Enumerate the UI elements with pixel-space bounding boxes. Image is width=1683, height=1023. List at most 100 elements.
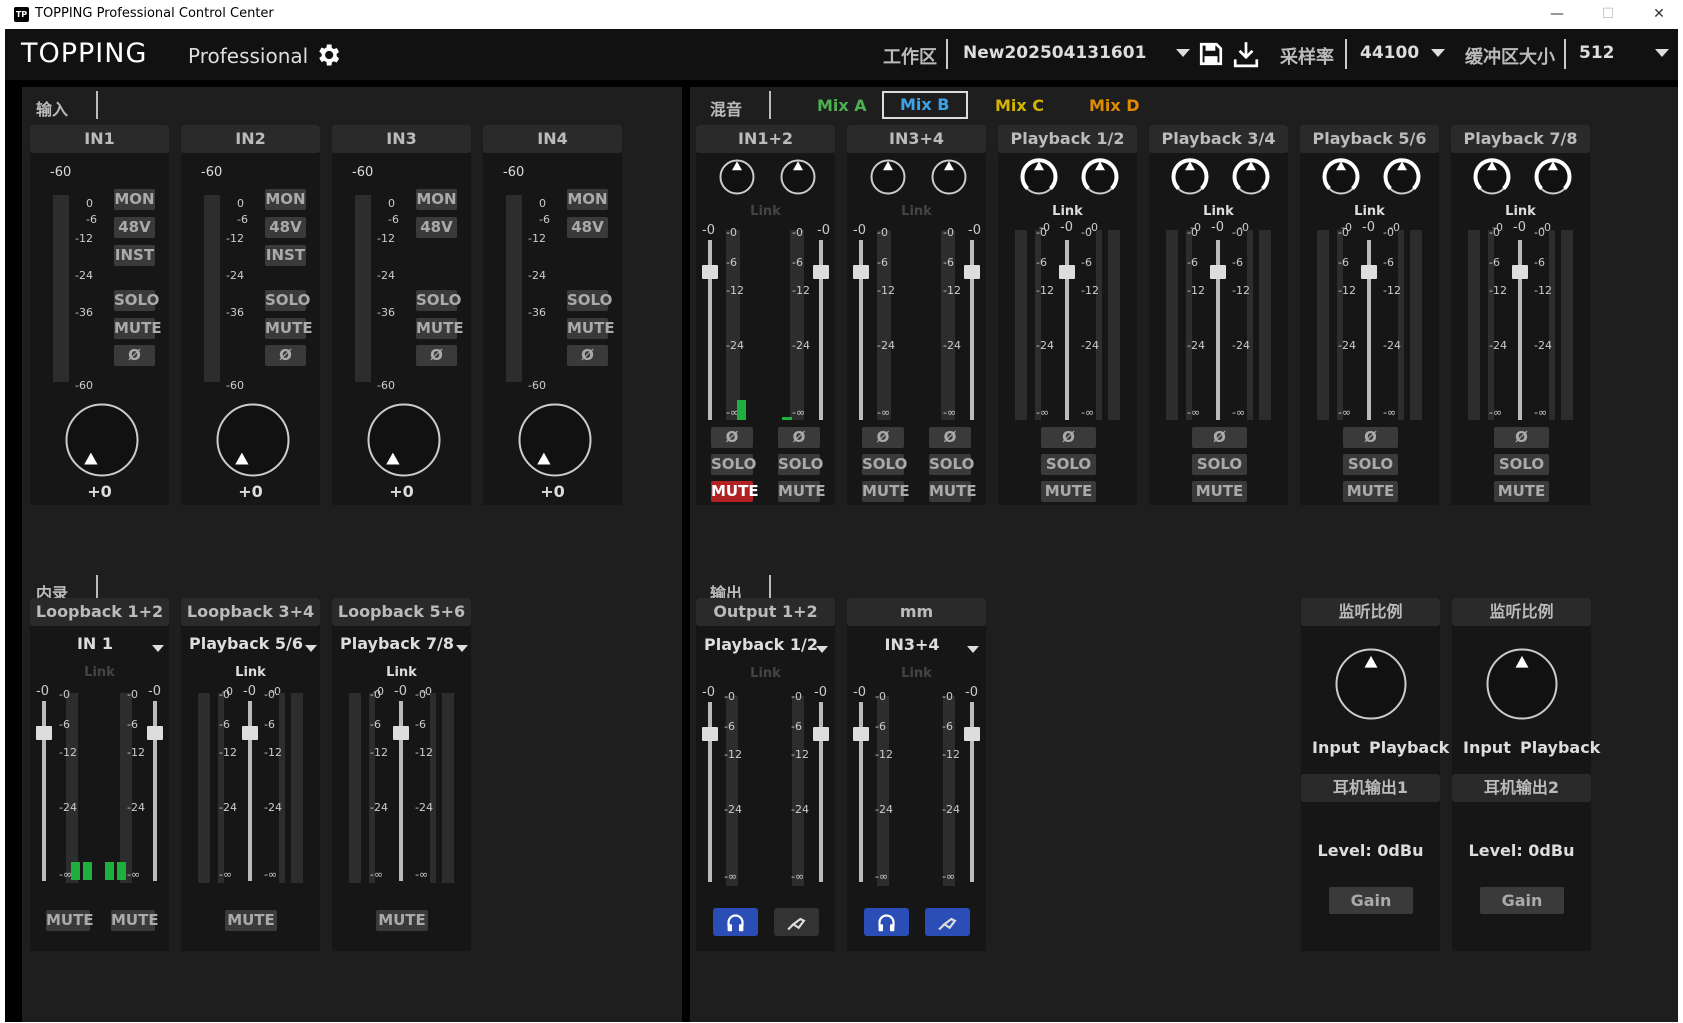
fader-thumb[interactable] [1210,265,1226,279]
phase-button[interactable]: Ø [567,345,608,366]
phase-button[interactable]: Ø [711,427,753,448]
chevron-down-icon[interactable] [456,645,468,652]
link-toggle[interactable]: Link [847,204,986,219]
mute-button[interactable]: MUTE [265,318,313,339]
tab-mix-b[interactable]: Mix B [882,91,968,119]
chevron-down-icon[interactable] [1431,49,1445,57]
link-toggle[interactable]: Link [1300,204,1439,219]
link-toggle[interactable]: Link [847,666,986,681]
48v-button[interactable]: 48V [567,217,608,238]
fader-right-thumb[interactable] [813,265,829,279]
monitor-ratio-knob[interactable] [1335,648,1407,720]
solo-button[interactable]: SOLO [265,290,310,311]
minimize-button[interactable]: — [1534,0,1580,29]
fader-thumb[interactable] [1059,265,1075,279]
source-select[interactable]: IN3+4 [847,635,977,654]
fader-thumb[interactable] [393,726,409,740]
pan-knob-left[interactable] [1473,158,1511,195]
chevron-down-icon[interactable] [1176,49,1190,57]
mute-button[interactable]: MUTE [1192,481,1247,502]
pan-knob-left[interactable] [719,159,755,195]
solo-button[interactable]: SOLO [1041,454,1096,475]
tab-mix-a[interactable]: Mix A [817,96,867,115]
mon-button[interactable]: MON [567,189,608,210]
fader-thumb[interactable] [1361,265,1377,279]
48v-button[interactable]: 48V [416,217,457,238]
chevron-down-icon[interactable] [816,646,828,653]
phase-button[interactable]: Ø [114,345,155,366]
solo-button[interactable]: SOLO [1192,454,1247,475]
monitor-ratio-knob[interactable] [1486,648,1558,720]
pan-knob-right[interactable] [1534,158,1572,195]
link-toggle[interactable]: Link [30,665,169,680]
phase-button[interactable]: Ø [1192,427,1247,448]
mon-button[interactable]: MON [416,189,457,210]
headphone-button[interactable] [864,908,909,936]
link-toggle[interactable]: Link [332,665,471,680]
source-select[interactable]: IN 1 [30,634,160,653]
mute-button[interactable]: MUTE [1343,481,1398,502]
mute-button[interactable]: MUTE [225,910,277,931]
fader-left-thumb[interactable] [702,727,718,741]
solo-button[interactable]: SOLO [711,454,756,475]
pan-knob-left[interactable] [1322,158,1360,195]
pan-knob-right[interactable] [1081,158,1119,195]
source-select[interactable]: Playback 5/6 [181,634,311,653]
pan-knob-right[interactable] [1232,158,1270,195]
maximize-button[interactable]: ☐ [1585,0,1631,29]
link-toggle[interactable]: Link [1149,204,1288,219]
solo-button[interactable]: SOLO [114,290,159,311]
chevron-down-icon[interactable] [1655,49,1669,57]
link-toggle[interactable]: Link [696,666,835,681]
buffer-select[interactable]: 512 [1579,43,1615,63]
phase-button[interactable]: Ø [929,427,971,448]
line-out-button[interactable] [774,908,819,936]
phase-button[interactable]: Ø [1494,427,1549,448]
solo-button[interactable]: SOLO [1343,454,1398,475]
pan-knob-left[interactable] [1171,158,1209,195]
fader-right-thumb[interactable] [813,727,829,741]
gain-button[interactable]: Gain [1329,887,1413,914]
mute-button[interactable]: MUTE [416,318,464,339]
mon-button[interactable]: MON [114,189,155,210]
solo-button[interactable]: SOLO [862,454,907,475]
fader-left-thumb[interactable] [36,726,52,740]
mute-button[interactable]: MUTE [929,481,977,502]
fader-thumb[interactable] [242,726,258,740]
save-icon[interactable] [1198,41,1224,67]
mute-button[interactable]: MUTE [567,318,615,339]
samplerate-select[interactable]: 44100 [1360,43,1419,63]
gear-icon[interactable] [314,41,342,69]
phase-button[interactable]: Ø [1041,427,1096,448]
gain-knob[interactable] [367,403,441,477]
link-toggle[interactable]: Link [1451,204,1590,219]
inst-button[interactable]: INST [265,245,306,266]
fader-thumb[interactable] [1512,265,1528,279]
mute-button[interactable]: MUTE [1041,481,1096,502]
mute-button[interactable]: MUTE [778,481,826,502]
tab-mix-d[interactable]: Mix D [1089,96,1140,115]
fader-right-thumb[interactable] [964,727,980,741]
inst-button[interactable]: INST [114,245,155,266]
fader-right-thumb[interactable] [147,726,163,740]
gain-knob[interactable] [216,403,290,477]
mute-button[interactable]: MUTE [862,481,910,502]
chevron-down-icon[interactable] [305,645,317,652]
chevron-down-icon[interactable] [152,645,164,652]
48v-button[interactable]: 48V [265,217,306,238]
phase-button[interactable]: Ø [265,345,306,366]
line-out-button[interactable] [925,908,970,936]
headphone-button[interactable] [713,908,758,936]
fader-left-thumb[interactable] [853,265,869,279]
pan-knob-right[interactable] [780,159,816,195]
pan-knob-right[interactable] [931,159,967,195]
48v-button[interactable]: 48V [114,217,155,238]
gain-knob[interactable] [518,403,592,477]
fader-right-thumb[interactable] [964,265,980,279]
solo-button[interactable]: SOLO [567,290,612,311]
mute-button[interactable]: MUTE [711,481,759,502]
fader-left-thumb[interactable] [853,727,869,741]
gain-button[interactable]: Gain [1480,887,1564,914]
solo-button[interactable]: SOLO [929,454,974,475]
pan-knob-left[interactable] [1020,158,1058,195]
